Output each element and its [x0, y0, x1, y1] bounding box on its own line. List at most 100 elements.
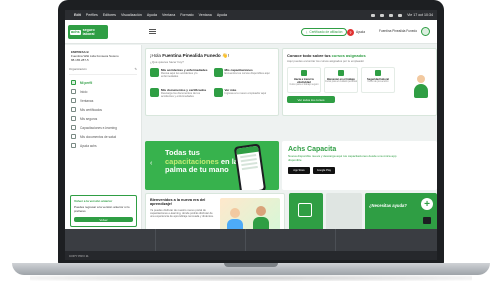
course-icon — [338, 70, 344, 76]
medical-icon — [150, 68, 159, 77]
logo-mark: achs — [70, 29, 81, 35]
sidebar-item-label: Capacitaciones e-learning — [80, 125, 117, 130]
course-desc: Curso para el cuidado personal — [325, 81, 357, 83]
edit-icon — [298, 203, 312, 217]
action-trainings[interactable]: Mis capacitaciones Encuentra tus cursos d… — [213, 68, 275, 85]
macos-menu-bar: Edit Perfiles Editores Visualización Ayu… — [65, 10, 437, 20]
user-name[interactable]: Fuentina Pinealida Funedo — [379, 29, 417, 33]
company-selector[interactable]: EMPRESA B Fuentina Wiki Ltda Fonseca Sor… — [69, 48, 137, 64]
menu-app-name[interactable]: Edit — [74, 13, 81, 17]
greeting: ¡Hola Fuentina Pinealida Funedo 👋! — [150, 53, 274, 59]
courses-title: Conoce todo sobre tus cursos asignados — [287, 53, 432, 58]
help-icon: ? — [347, 28, 354, 36]
action-documents[interactable]: Mis documentos y certificados Descarga lo… — [150, 88, 211, 105]
course-card[interactable]: Bienestar en el trabajo Curso para el cu… — [324, 67, 358, 93]
sidebar: EMPRESA B Fuentina Wiki Ltda Fonseca Sor… — [65, 45, 142, 260]
company-id: 88.165.287-5 — [71, 58, 89, 62]
organization-select[interactable]: Organización ✎ — [69, 67, 137, 75]
sidebar-item-help[interactable]: Ayuda achs — [65, 141, 141, 150]
help-button[interactable]: ? Ayuda — [347, 28, 365, 36]
phone-illustration — [233, 143, 267, 190]
bottom-band: COPY PRO 11 — [65, 229, 437, 260]
menu-item[interactable]: Ayuda — [217, 13, 227, 17]
promo-title: Volver a la versión anterior — [74, 199, 113, 203]
help-tile-title: ¿Necesitas ayuda? — [369, 203, 407, 208]
menu-item[interactable]: Visualización — [121, 13, 142, 17]
greeting-prefix: ¡Hola — [150, 53, 163, 58]
chevron-left-icon[interactable]: ‹ — [150, 160, 152, 167]
menu-item[interactable]: Ventana — [199, 13, 212, 17]
plus-icon[interactable]: + — [421, 198, 433, 210]
view-all-courses-button[interactable]: Ver todos los cursos — [287, 96, 335, 103]
course-card[interactable]: Hacia a trazar tu efectividad Curso para… — [287, 67, 321, 93]
question-icon — [71, 143, 76, 148]
certificate-icon — [71, 107, 76, 112]
edit-icon: ✎ — [134, 67, 137, 71]
laptop-screen: Edit Perfiles Editores Visualización Ayu… — [65, 10, 437, 260]
sidebar-item-health-docs[interactable]: Mis documentos de salud — [65, 132, 141, 141]
menu-item[interactable]: Perfiles — [86, 13, 98, 17]
google-play-badge[interactable]: Google Play — [313, 166, 335, 174]
control-center-icon[interactable] — [398, 13, 403, 17]
hamburger-menu-icon[interactable] — [149, 29, 156, 34]
capacita-desc: Nueva disponible nueva y descarga aquí t… — [288, 154, 397, 162]
menu-item[interactable]: Formato — [180, 13, 193, 17]
achs-logo[interactable]: achs seguro laboral — [68, 25, 108, 39]
logo-text: seguro laboral — [83, 28, 95, 36]
menu-item[interactable]: Ventana — [162, 13, 175, 17]
user-icon — [71, 80, 76, 85]
app-promo-banner[interactable]: ‹ Todas tus capacitaciones en la palma d… — [145, 141, 279, 190]
certificate-button[interactable]: ⤓ Certificado de afiliación — [301, 28, 348, 36]
achs-capacita-card: Achs Capacita Nueva disponible nueva y d… — [282, 141, 437, 190]
document-icon — [150, 88, 159, 97]
sidebar-item-label: Inicio — [80, 89, 88, 94]
greeting-subtitle: ¿Qué quieres hacer hoy? — [150, 60, 184, 64]
chat-icon[interactable] — [423, 217, 431, 224]
document-icon — [71, 134, 76, 139]
graduation-cap-icon — [71, 125, 76, 130]
download-icon: ⤓ — [306, 30, 308, 34]
action-more[interactable]: Ver más Ingresa a tu nuevo empleador aquí — [213, 88, 275, 105]
action-desc: Encuentra tus cursos disponibles aquí — [224, 72, 270, 75]
new-era-desc: Ya puedes disfrutar de nuestro nuevo por… — [150, 208, 214, 219]
promo-button[interactable]: Volver — [74, 217, 133, 222]
app-store-badge[interactable]: App Store — [288, 166, 310, 174]
menu-clock[interactable]: Vie 17 oct 10:34 — [407, 13, 433, 17]
promo-text: Puedes regresar a la versión anterior si… — [74, 205, 130, 213]
certificate-button-label: Certificado de afiliación — [309, 30, 343, 34]
previous-version-promo: Volver a la versión anterior Puedes regr… — [70, 195, 137, 227]
sidebar-item-label: Mis documentos de salud — [80, 134, 117, 139]
course-desc: Curso de prevención — [367, 81, 389, 83]
assigned-courses-card: Conoce todo sobre tus cursos asignados A… — [282, 48, 437, 116]
action-desc: Revisa aquí tus accidentes y/o enfermeda… — [161, 72, 198, 79]
user-avatar[interactable] — [421, 27, 430, 36]
sidebar-item-certificates[interactable]: Mis certificados — [65, 105, 141, 114]
divider — [155, 229, 156, 251]
wifi-icon[interactable] — [380, 13, 385, 17]
battery-icon[interactable] — [371, 13, 376, 17]
sidebar-item-profile[interactable]: Mi perfil — [65, 78, 141, 87]
welcome-card: ¡Hola Fuentina Pinealida Funedo 👋! ¿Qué … — [145, 48, 279, 116]
sidebar-item-home[interactable]: Inicio — [65, 87, 141, 96]
store-badges: App Store Google Play — [288, 166, 431, 174]
greeting-name: Fuentina Pinealida Funedo — [162, 53, 221, 58]
divider — [335, 229, 336, 251]
courses-title-highlight: cursos asignados — [331, 53, 366, 58]
menu-item[interactable]: Ayuda — [147, 13, 157, 17]
greeting-suffix: 👋! — [220, 53, 229, 58]
sidebar-item-windows[interactable]: Ventanas — [65, 96, 141, 105]
new-era-title: Bienvenidos a la nueva era del aprendiza… — [150, 198, 206, 207]
search-icon[interactable] — [389, 13, 394, 17]
sidebar-item-elearning[interactable]: Capacitaciones e-learning — [65, 123, 141, 132]
organization-label: Organización — [69, 67, 87, 71]
help-label: Ayuda — [356, 30, 365, 34]
course-card[interactable]: Seguridad laboral Curso de prevención — [361, 67, 395, 93]
courses-title-prefix: Conoce todo sobre tus — [287, 53, 332, 58]
status-text: COPY PRO 11 — [69, 253, 89, 258]
menu-item[interactable]: Editores — [103, 13, 116, 17]
action-accidents[interactable]: Mis accidentes y enfermedades Revisa aquí… — [150, 68, 211, 85]
logo-text-line-2: laboral — [82, 32, 95, 36]
quick-actions: Mis accidentes y enfermedades Revisa aquí… — [150, 68, 274, 105]
sidebar-item-label: Mis certificados — [80, 107, 102, 112]
sidebar-item-insurance[interactable]: Mis seguros — [65, 114, 141, 123]
